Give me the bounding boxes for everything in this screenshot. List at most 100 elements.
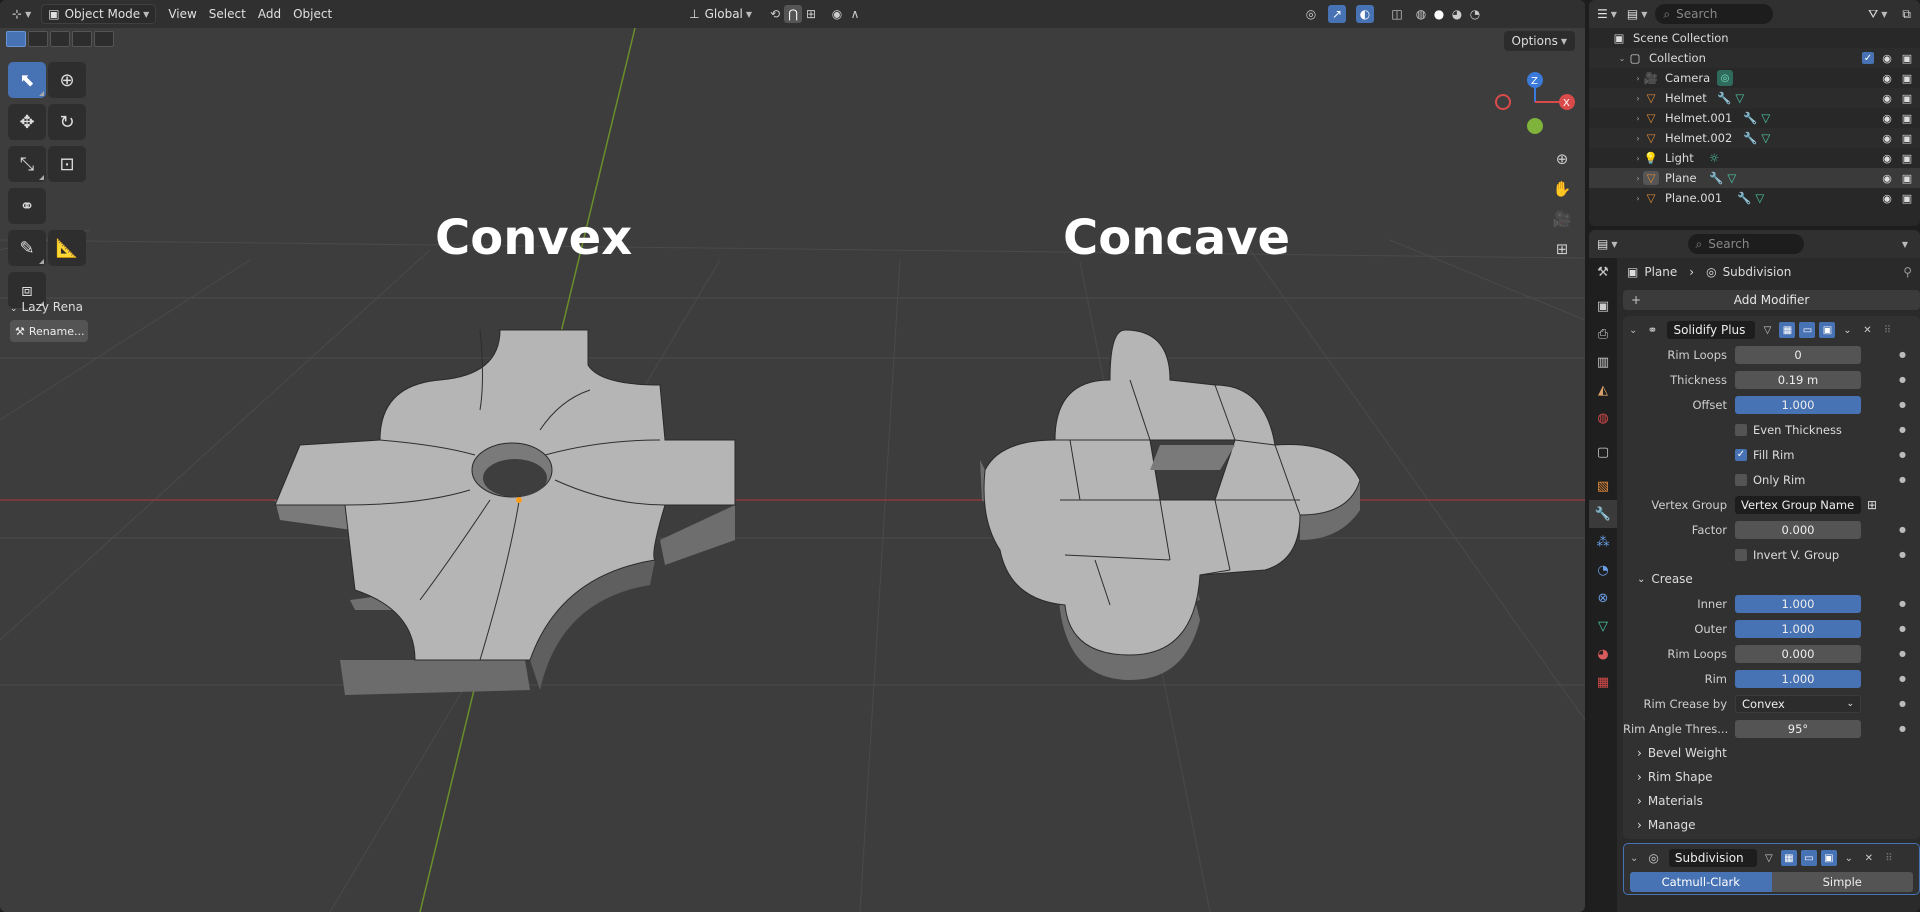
tree-row-helmet-002[interactable]: › ▽ Helmet.002 🔧 ▽ ◉ ▣ — [1589, 128, 1920, 148]
eye-icon[interactable]: ◉ — [1880, 131, 1894, 145]
only-rim-checkbox[interactable] — [1735, 473, 1747, 486]
tree-row-collection[interactable]: ⌄ ▢ Collection ✓ ◉ ▣ — [1589, 48, 1920, 68]
chevron-right-icon[interactable]: › — [1633, 174, 1643, 183]
chevron-down-icon[interactable]: ⌄ — [1839, 322, 1855, 338]
falloff-icon[interactable]: ∧ — [846, 5, 864, 23]
output-tab-icon[interactable]: ⎙ — [1589, 320, 1617, 348]
eye-icon[interactable]: ◉ — [1880, 151, 1894, 165]
keyframe-dot-icon[interactable]: ● — [1899, 674, 1906, 683]
select-new-icon[interactable] — [6, 31, 26, 47]
eye-icon[interactable]: ◉ — [1880, 71, 1894, 85]
drag-handle-icon[interactable]: ⠿ — [1879, 322, 1895, 338]
invert-toggle-icon[interactable]: ⊞ — [1867, 498, 1877, 512]
select-subtract-icon[interactable] — [50, 31, 70, 47]
solid-shading-icon[interactable]: ● — [1430, 5, 1448, 23]
new-collection-button[interactable]: ⧉ — [1899, 4, 1914, 24]
editor-type-button[interactable]: ⊹ ▼ — [6, 4, 37, 24]
edit-mode-icon[interactable]: ▦ — [1780, 850, 1797, 866]
rim-shape-subpanel[interactable]: › Rim Shape — [1623, 765, 1920, 789]
close-icon[interactable]: ✕ — [1861, 850, 1877, 866]
menu-add[interactable]: Add — [252, 4, 287, 24]
tree-row-helmet-001[interactable]: › ▽ Helmet.001 🔧 ▽ ◉ ▣ — [1589, 108, 1920, 128]
rim-slider[interactable]: 1.000 — [1735, 669, 1861, 688]
keyframe-dot-icon[interactable]: ● — [1899, 550, 1906, 559]
eye-icon[interactable]: ◉ — [1880, 111, 1894, 125]
offset-slider[interactable]: 1.000 — [1735, 395, 1861, 414]
eye-icon[interactable]: ◉ — [1880, 91, 1894, 105]
camera-icon[interactable]: ▣ — [1900, 111, 1914, 125]
orientation-selector[interactable]: ⊥ Global ▼ — [683, 4, 758, 24]
gizmo-toggle-icon[interactable]: ↗ — [1328, 5, 1347, 23]
visibility-icon[interactable]: ◎ — [1302, 5, 1320, 23]
keyframe-dot-icon[interactable]: ● — [1899, 599, 1906, 608]
render-camera-icon[interactable]: ▣ — [1819, 322, 1836, 338]
chevron-right-icon[interactable]: › — [1633, 134, 1643, 143]
rename-button[interactable]: ⚒ Rename... — [10, 320, 88, 342]
crease-rim-loops-slider[interactable]: 0.000 — [1735, 644, 1861, 663]
vertex-group-field[interactable]: Vertex Group Name — [1735, 495, 1861, 514]
xray-icon[interactable]: ◫ — [1388, 5, 1406, 23]
inner-slider[interactable]: 1.000 — [1735, 594, 1861, 613]
keyframe-dot-icon[interactable]: ● — [1899, 525, 1906, 534]
realtime-display-icon[interactable]: ▭ — [1799, 322, 1816, 338]
concave-mesh[interactable] — [980, 329, 1361, 680]
collection-tab-icon[interactable]: ▢ — [1589, 438, 1617, 466]
keyframe-dot-icon[interactable]: ● — [1899, 699, 1906, 708]
chevron-down-icon[interactable]: ⌄ — [1629, 325, 1637, 336]
properties-search-input[interactable]: ⌕ Search — [1687, 234, 1804, 254]
tree-row-camera[interactable]: › 🎥 Camera ◎ ◉ ▣ — [1589, 68, 1920, 88]
edit-mode-cage-icon[interactable]: ▽ — [1761, 850, 1777, 866]
select-intersect-icon[interactable] — [94, 31, 114, 47]
world-tab-icon[interactable]: ◍ — [1589, 404, 1617, 432]
transform-tool[interactable]: ⊡ — [48, 146, 86, 182]
display-mode-button[interactable]: ▤ ▼ — [1625, 4, 1650, 24]
3d-viewport[interactable]: Z X Convex Concave ⊹ ▼ ▣ Object Mode ▼ Vi… — [0, 0, 1585, 912]
wireframe-shading-icon[interactable]: ◍ — [1412, 5, 1430, 23]
material-tab-icon[interactable]: ◕ — [1589, 640, 1617, 668]
crease-subpanel-header[interactable]: ⌄ Crease — [1623, 567, 1920, 591]
tree-row-light[interactable]: › 💡 Light ☼ ◉ ▣ — [1589, 148, 1920, 168]
edit-mode-cage-icon[interactable]: ▽ — [1759, 322, 1775, 338]
scene-tab-icon[interactable]: ◭ — [1589, 376, 1617, 404]
keyframe-dot-icon[interactable]: ● — [1899, 649, 1906, 658]
eye-icon[interactable]: ◉ — [1880, 191, 1894, 205]
exclude-checkbox[interactable]: ✓ — [1862, 52, 1874, 64]
menu-view[interactable]: View — [162, 4, 202, 24]
outliner-search-input[interactable]: ⌕ Search — [1655, 4, 1774, 24]
chevron-right-icon[interactable]: › — [1633, 114, 1643, 123]
camera-icon[interactable]: ▣ — [1900, 51, 1914, 65]
move-tool[interactable]: ✥ — [8, 104, 46, 140]
editor-type-button[interactable]: ▤ ▼ — [1595, 234, 1620, 254]
chevron-right-icon[interactable]: › — [1633, 74, 1643, 83]
material-shading-icon[interactable]: ◕ — [1448, 5, 1466, 23]
options-dropdown[interactable]: Options ▼ — [1503, 31, 1575, 51]
keyframe-dot-icon[interactable]: ● — [1899, 450, 1906, 459]
keyframe-dot-icon[interactable]: ● — [1899, 724, 1906, 733]
tree-row-scene-collection[interactable]: ▣ Scene Collection — [1589, 28, 1920, 48]
tree-row-helmet[interactable]: › ▽ Helmet 🔧 ▽ ◉ ▣ — [1589, 88, 1920, 108]
manage-subpanel[interactable]: › Manage — [1623, 813, 1920, 837]
fill-rim-checkbox[interactable]: ✓ — [1735, 448, 1747, 461]
simple-button[interactable]: Simple — [1771, 872, 1913, 892]
outer-slider[interactable]: 1.000 — [1735, 619, 1861, 638]
chevron-down-icon[interactable]: ⌄ — [1617, 54, 1627, 63]
overlays-icon[interactable]: ◐ — [1356, 5, 1375, 23]
chevron-right-icon[interactable]: › — [1633, 154, 1643, 163]
invert-group-checkbox[interactable] — [1735, 548, 1747, 561]
camera-icon[interactable]: ▣ — [1900, 151, 1914, 165]
constraints-tab-icon[interactable]: ⊗ — [1589, 584, 1617, 612]
perspective-grid-icon[interactable]: ⊞ — [1548, 235, 1576, 263]
camera-icon[interactable]: ▣ — [1900, 131, 1914, 145]
chevron-right-icon[interactable]: › — [1633, 194, 1643, 203]
eye-icon[interactable]: ◉ — [1880, 51, 1894, 65]
tree-row-plane-001[interactable]: › ▽ Plane.001 🔧 ▽ ◉ ▣ — [1589, 188, 1920, 208]
keyframe-dot-icon[interactable]: ● — [1899, 624, 1906, 633]
keyframe-dot-icon[interactable]: ● — [1899, 475, 1906, 484]
proportional-edit-icon[interactable]: ◉ — [828, 5, 846, 23]
camera-icon[interactable]: ▣ — [1900, 171, 1914, 185]
keyframe-dot-icon[interactable]: ● — [1899, 400, 1906, 409]
eye-icon[interactable]: ◉ — [1880, 171, 1894, 185]
realtime-display-icon[interactable]: ▭ — [1800, 850, 1817, 866]
keyframe-dot-icon[interactable]: ● — [1899, 350, 1906, 359]
materials-subpanel[interactable]: › Materials — [1623, 789, 1920, 813]
